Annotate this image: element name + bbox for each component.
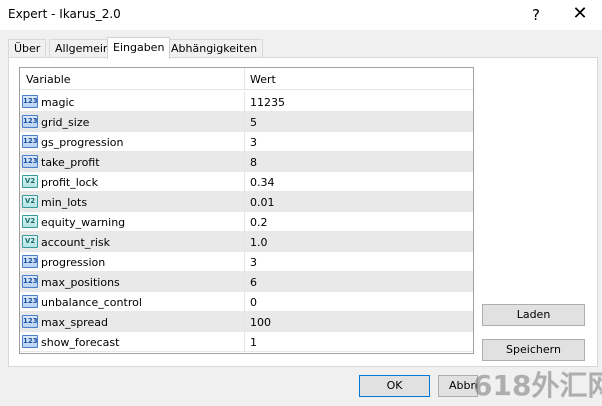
table-row[interactable]: 123 magic 11235 xyxy=(20,92,473,112)
table-row[interactable]: 123 grid_size 5 xyxy=(20,112,473,132)
grid-header: Variable Wert xyxy=(20,68,473,90)
integer-type-icon: 123 xyxy=(22,155,38,168)
column-divider xyxy=(244,92,245,112)
column-divider xyxy=(244,232,245,252)
grid-rows: 123 magic 11235 123 grid_size 5 123 gs_progress… xyxy=(20,92,473,352)
variable-name: min_lots xyxy=(41,196,88,209)
column-divider xyxy=(244,332,245,352)
tab-eingaben[interactable]: Eingaben xyxy=(107,37,171,59)
window-title: Expert - Ikarus_2.0 xyxy=(8,7,121,21)
double-type-icon: V2 xyxy=(22,235,38,248)
integer-type-icon: 123 xyxy=(22,315,38,328)
variable-name: equity_warning xyxy=(41,216,126,229)
variable-name: account_risk xyxy=(41,236,111,249)
table-row[interactable]: 123 max_positions 6 xyxy=(20,272,473,292)
variable-name: max_positions xyxy=(41,276,120,289)
watermark-logo: 618外汇网 xyxy=(473,369,602,402)
title-bar: Expert - Ikarus_2.0 ? ✕ xyxy=(0,0,602,30)
column-divider xyxy=(244,292,245,312)
variable-name: show_forecast xyxy=(41,336,120,349)
column-divider xyxy=(244,312,245,332)
double-type-icon: V2 xyxy=(22,215,38,228)
close-icon[interactable]: ✕ xyxy=(560,0,600,30)
integer-type-icon: 123 xyxy=(22,335,38,348)
variable-value[interactable]: 6 xyxy=(250,276,257,289)
integer-type-icon: 123 xyxy=(22,275,38,288)
table-row[interactable]: V2 equity_warning 0.2 xyxy=(20,212,473,232)
variable-value[interactable]: 5 xyxy=(250,116,257,129)
variable-value[interactable]: 1 xyxy=(250,336,257,349)
table-row[interactable]: 123 max_spread 100 xyxy=(20,312,473,332)
variable-name: unbalance_control xyxy=(41,296,142,309)
variable-name: profit_lock xyxy=(41,176,98,189)
tab-allgemein[interactable]: Allgemein xyxy=(49,39,116,58)
variable-value[interactable]: 3 xyxy=(250,256,257,269)
variable-value[interactable]: 11235 xyxy=(250,96,285,109)
column-divider xyxy=(244,152,245,172)
help-icon[interactable]: ? xyxy=(518,0,554,30)
table-row[interactable]: 123 show_forecast 1 xyxy=(20,332,473,352)
load-button[interactable]: Laden xyxy=(482,304,585,326)
column-divider xyxy=(244,112,245,132)
column-divider xyxy=(244,272,245,292)
variable-value[interactable]: 3 xyxy=(250,136,257,149)
integer-type-icon: 123 xyxy=(22,95,38,108)
integer-type-icon: 123 xyxy=(22,135,38,148)
table-row[interactable]: 123 take_profit 8 xyxy=(20,152,473,172)
inputs-grid[interactable]: Variable Wert 123 magic 11235 123 grid_size 5… xyxy=(19,67,474,354)
variable-value[interactable]: 100 xyxy=(250,316,271,329)
variable-name: grid_size xyxy=(41,116,90,129)
variable-value[interactable]: 1.0 xyxy=(250,236,268,249)
variable-value[interactable]: 8 xyxy=(250,156,257,169)
variable-name: magic xyxy=(41,96,75,109)
tab-ueber[interactable]: Über xyxy=(8,39,47,58)
column-divider xyxy=(244,172,245,192)
table-row[interactable]: 123 gs_progression 3 xyxy=(20,132,473,152)
column-divider xyxy=(244,192,245,212)
integer-type-icon: 123 xyxy=(22,255,38,268)
table-row[interactable]: 123 unbalance_control 0 xyxy=(20,292,473,312)
variable-name: take_profit xyxy=(41,156,100,169)
variable-value[interactable]: 0.01 xyxy=(250,196,275,209)
double-type-icon: V2 xyxy=(22,175,38,188)
cancel-button[interactable]: Abbre xyxy=(438,375,478,397)
variable-name: gs_progression xyxy=(41,136,124,149)
variable-value[interactable]: 0 xyxy=(250,296,257,309)
save-button[interactable]: Speichern xyxy=(482,339,585,361)
ok-button[interactable]: OK xyxy=(359,375,430,397)
column-header-variable[interactable]: Variable xyxy=(26,73,71,86)
variable-value[interactable]: 0.34 xyxy=(250,176,275,189)
tab-strip: Über Allgemein Eingaben Abhängigkeiten xyxy=(8,37,598,59)
variable-name: max_spread xyxy=(41,316,108,329)
column-divider xyxy=(244,252,245,272)
tab-abhaengigkeiten[interactable]: Abhängigkeiten xyxy=(165,39,264,58)
column-header-value[interactable]: Wert xyxy=(250,73,276,86)
column-divider xyxy=(244,212,245,232)
variable-name: progression xyxy=(41,256,106,269)
column-divider[interactable] xyxy=(244,68,245,90)
integer-type-icon: 123 xyxy=(22,115,38,128)
table-row[interactable]: V2 account_risk 1.0 xyxy=(20,232,473,252)
column-divider xyxy=(244,132,245,152)
table-row[interactable]: 123 progression 3 xyxy=(20,252,473,272)
double-type-icon: V2 xyxy=(22,195,38,208)
table-row[interactable]: V2 min_lots 0.01 xyxy=(20,192,473,212)
integer-type-icon: 123 xyxy=(22,295,38,308)
variable-value[interactable]: 0.2 xyxy=(250,216,268,229)
table-row[interactable]: V2 profit_lock 0.34 xyxy=(20,172,473,192)
